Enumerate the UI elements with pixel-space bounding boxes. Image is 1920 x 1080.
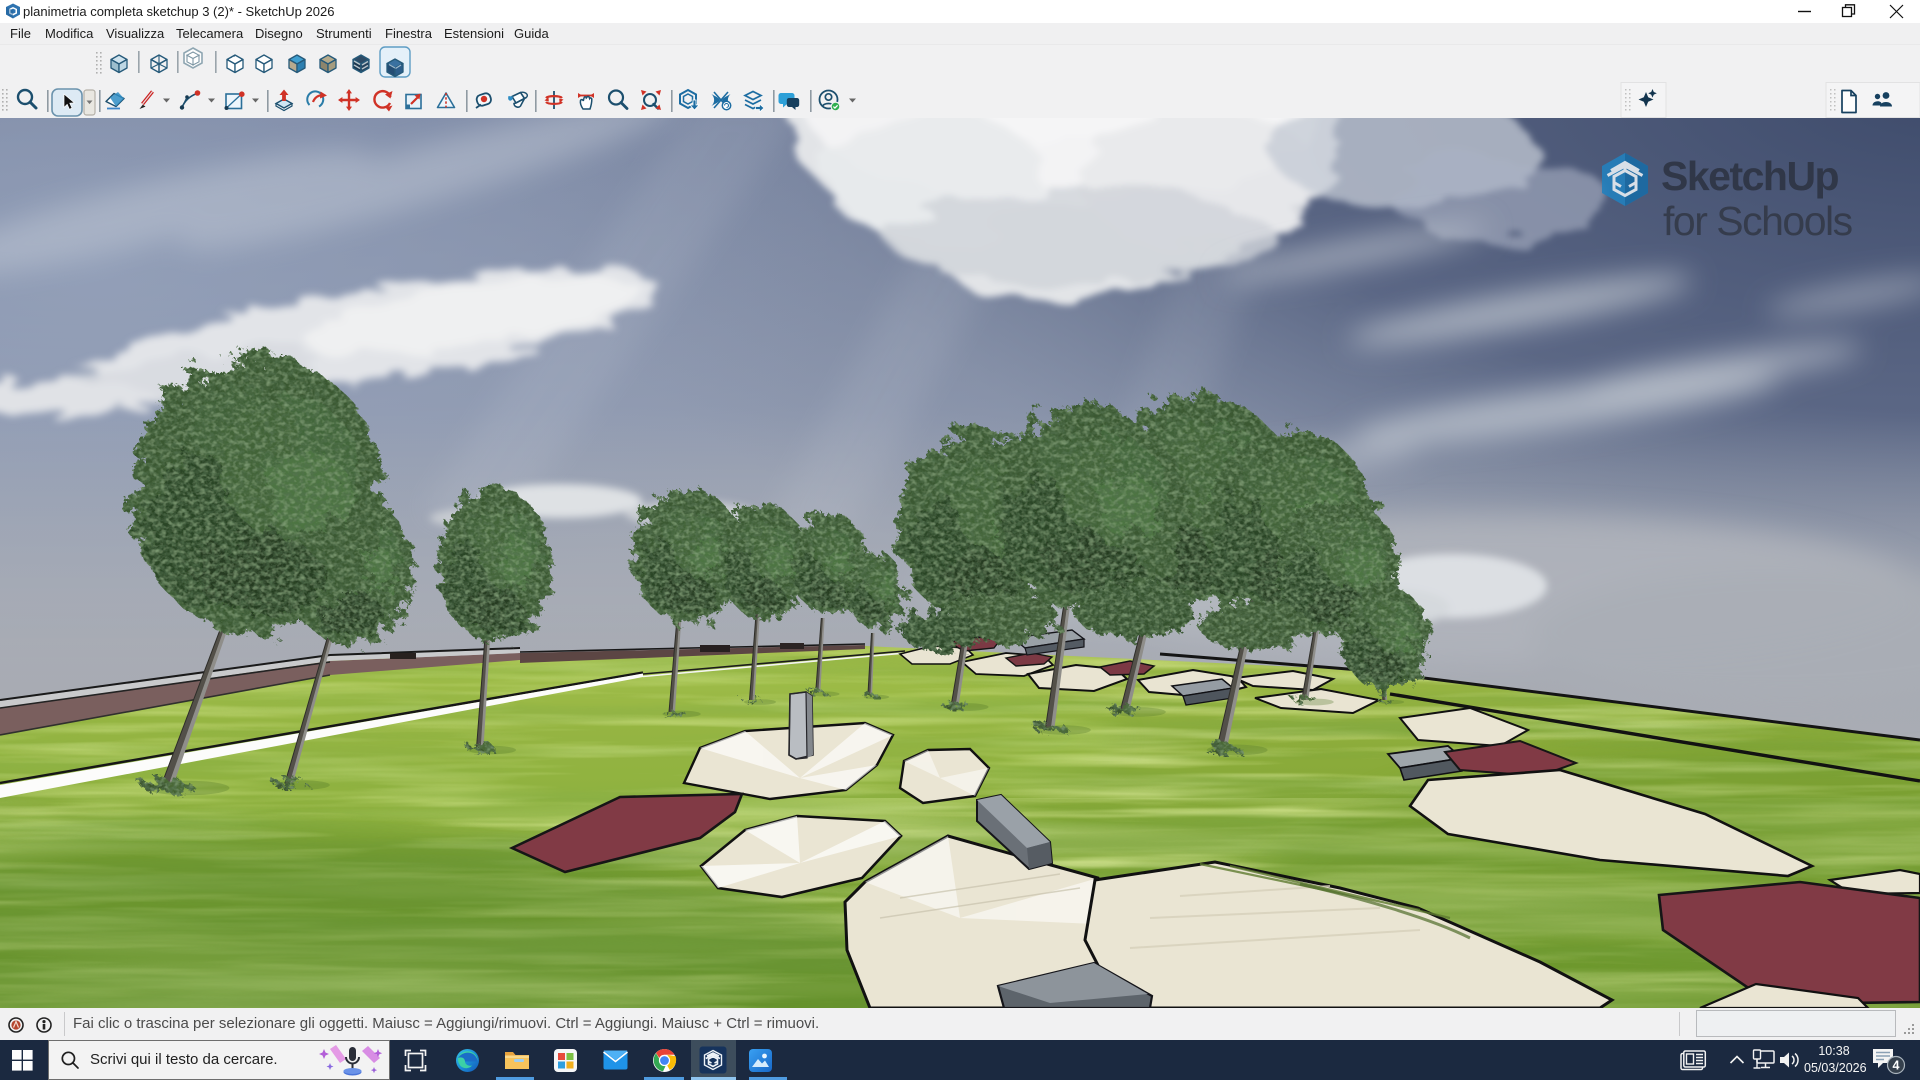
svg-text:for Schools: for Schools	[1663, 198, 1853, 244]
svg-text:4: 4	[1893, 1059, 1900, 1073]
svg-text:SketchUp: SketchUp	[1661, 153, 1839, 199]
